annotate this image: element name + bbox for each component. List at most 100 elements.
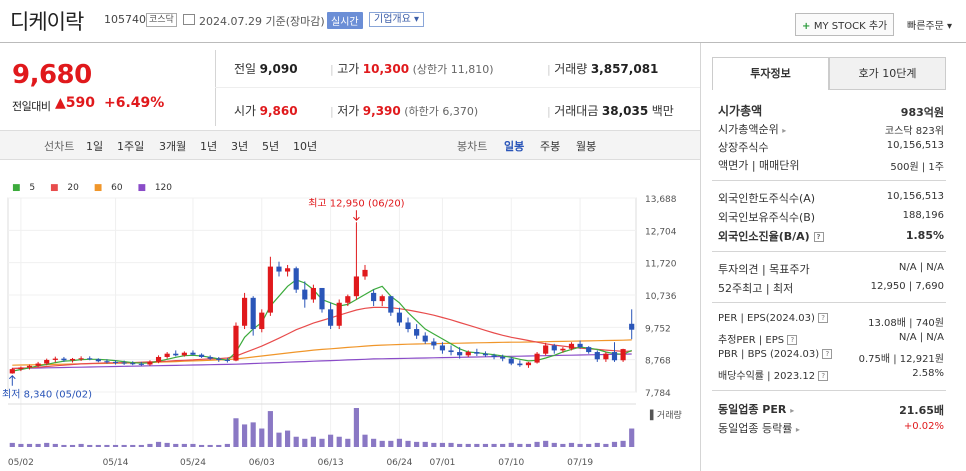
shares-value: 10,156,513 <box>886 140 944 151</box>
candle-monthly[interactable]: 월봉 <box>576 138 596 154</box>
volume-bar <box>491 443 497 447</box>
min-arrow <box>8 375 16 386</box>
candle-body <box>525 362 532 366</box>
x-tick-label: 06/13 <box>318 458 344 468</box>
plus-icon: + <box>802 21 814 32</box>
help-icon[interactable]: ? <box>818 313 829 323</box>
foreign-limit-value: 10,156,513 <box>886 191 944 202</box>
volume-bar <box>482 443 489 447</box>
candle-body <box>26 365 33 368</box>
period-10y[interactable]: 10년 <box>293 138 317 154</box>
candle-body <box>164 353 170 357</box>
period-5y[interactable]: 5년 <box>262 138 279 154</box>
candle-body <box>491 355 497 357</box>
candle-body <box>112 361 119 363</box>
volume-bar <box>198 444 205 447</box>
x-tick-label: 06/03 <box>249 458 275 468</box>
candle-chart-label[interactable]: 봉차트 <box>457 138 487 154</box>
add-mystock-button[interactable]: + MY STOCK 추가 <box>795 13 895 36</box>
upper-limit: (상한가 11,810) <box>412 63 494 76</box>
candle-body <box>560 348 566 351</box>
candle-body <box>61 358 67 361</box>
realtime-button[interactable]: 실시간 <box>327 12 363 29</box>
candle-body <box>35 363 41 366</box>
candle-body <box>586 347 592 353</box>
low: | 저가 9,390 (하한가 6,370) <box>330 104 479 118</box>
volume-bar <box>18 443 24 447</box>
company-info-dropdown[interactable]: 기업개요 ▾ <box>369 12 424 27</box>
sector-per-label[interactable]: 동일업종 PER ▸ <box>718 401 794 417</box>
period-1w[interactable]: 1주일 <box>117 138 144 154</box>
right-panel-divider <box>700 43 701 471</box>
help-icon[interactable]: ? <box>787 335 798 345</box>
volume-bar <box>173 443 179 447</box>
candle-body <box>439 345 446 351</box>
candle-weekly[interactable]: 주봉 <box>540 138 560 154</box>
candle-body <box>465 352 471 356</box>
help-icon[interactable]: ? <box>822 349 833 359</box>
volume-bar <box>138 444 144 447</box>
calendar-icon <box>183 14 195 25</box>
volume-bar <box>560 443 566 447</box>
candle-body <box>371 292 377 302</box>
tab-orderbook[interactable]: 호가 10단계 <box>829 57 946 90</box>
x-tick-label: 07/19 <box>567 458 593 468</box>
help-icon[interactable]: ? <box>813 232 824 242</box>
cap-rank-label[interactable]: 시가총액순위 ▸ <box>718 121 786 137</box>
volume-bar <box>543 440 549 447</box>
prev-close: 전일 9,090 <box>234 60 298 77</box>
change-value: ▲590 <box>55 95 95 111</box>
line-chart-label[interactable]: 선차트 <box>44 138 74 154</box>
change-percent: +6.49% <box>104 95 165 111</box>
help-icon[interactable]: ? <box>818 371 829 381</box>
tab-underline <box>712 90 829 91</box>
volume-bar <box>95 444 101 447</box>
price-chart[interactable]: 13,688 12,704 11,720 10,736 9,752 8,768 7,784 0… <box>0 160 700 471</box>
sector-per-value: 21.65배 <box>899 404 944 417</box>
candle-daily[interactable]: 일봉 <box>504 138 524 154</box>
candle-body <box>155 356 162 362</box>
volume-bar <box>155 441 162 447</box>
candle-body <box>69 358 76 361</box>
volume-bar <box>130 444 136 447</box>
volume-bar <box>181 443 187 447</box>
sector-chg-label[interactable]: 동일업종 등락률 ▸ <box>718 420 800 436</box>
period-3y[interactable]: 3년 <box>231 138 248 154</box>
y-tick-label: 9,752 <box>645 324 671 334</box>
candle-body <box>302 289 308 300</box>
high-value: 10,300 <box>362 62 410 76</box>
volume-bar <box>285 430 291 447</box>
candle-body <box>353 276 359 297</box>
week52-label: 52주최고 | 최저 <box>718 282 794 295</box>
candle-body <box>276 266 282 272</box>
trade-value: | 거래대금 38,035 백만 <box>547 104 674 118</box>
par-value: 500원 | 1주 <box>890 162 944 173</box>
candle-body <box>405 322 411 330</box>
volume-bar <box>414 441 420 447</box>
x-tick-label: 07/01 <box>429 458 455 468</box>
volume-bar <box>61 444 67 447</box>
volume-bar <box>525 443 532 447</box>
volume-bar <box>396 438 403 447</box>
candle-body <box>52 358 58 360</box>
quick-order-link[interactable]: 빠른주문 ▾ <box>907 17 952 32</box>
x-tick-label: 06/24 <box>386 458 412 468</box>
x-tick-label: 07/10 <box>498 458 524 468</box>
candle-body <box>388 296 394 313</box>
quote-divider <box>215 50 216 126</box>
volume-bar <box>379 440 385 447</box>
volume-bar <box>250 422 256 447</box>
period-1d[interactable]: 1일 <box>86 138 103 154</box>
tab-invest-info[interactable]: 투자정보 <box>712 57 829 90</box>
candle-body <box>629 323 635 330</box>
period-1y[interactable]: 1년 <box>200 138 217 154</box>
period-3m[interactable]: 3개월 <box>159 138 186 154</box>
section-divider <box>712 180 946 181</box>
volume-bar <box>422 441 428 447</box>
market-badge: 코스닥 <box>146 13 177 27</box>
max-annotation: 최고 12,950 (06/20) <box>308 197 404 209</box>
volume-bar <box>87 444 93 447</box>
candle-body <box>121 362 127 364</box>
lower-limit: (하한가 6,370) <box>404 105 479 118</box>
volume-bar <box>551 442 557 447</box>
